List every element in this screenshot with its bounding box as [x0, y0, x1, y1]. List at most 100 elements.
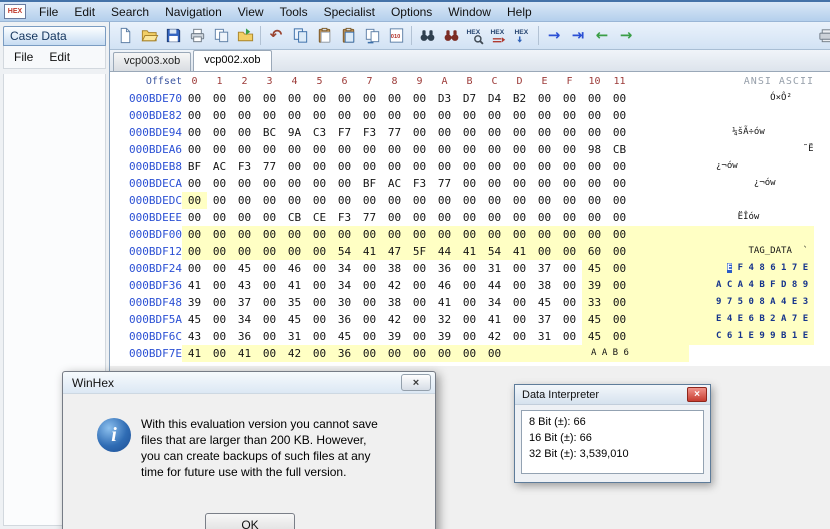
ascii-text[interactable]: ¿¬ów [716, 158, 814, 175]
hex-byte[interactable]: 00 [457, 141, 482, 158]
hex-byte[interactable]: 00 [407, 311, 432, 328]
hex-byte[interactable]: 00 [607, 260, 632, 277]
ascii-text[interactable]: TAG_DATA ` [716, 243, 814, 260]
hex-byte[interactable]: 00 [557, 192, 582, 209]
hex-byte[interactable]: 41 [182, 277, 207, 294]
hex-byte[interactable]: 00 [382, 90, 407, 107]
hex-byte[interactable]: 5F [407, 243, 432, 260]
hex-byte[interactable]: 42 [282, 345, 307, 362]
hex-byte[interactable]: 00 [307, 294, 332, 311]
hex-byte[interactable]: 00 [532, 107, 557, 124]
hex-byte[interactable]: 45 [582, 328, 607, 345]
hex-byte[interactable]: 00 [482, 124, 507, 141]
hex-byte[interactable]: 00 [332, 90, 357, 107]
hex-byte[interactable]: C3 [307, 124, 332, 141]
hex-byte[interactable]: 00 [457, 124, 482, 141]
find-hex-next-icon[interactable]: HEX [511, 24, 535, 48]
hex-byte[interactable]: 00 [307, 175, 332, 192]
menu-view[interactable]: View [230, 2, 272, 22]
hex-byte[interactable]: 00 [307, 345, 332, 362]
hex-byte[interactable]: 00 [457, 158, 482, 175]
hex-byte[interactable]: 00 [332, 226, 357, 243]
case-data-title[interactable]: Case Data [3, 26, 106, 46]
hex-byte[interactable]: 00 [482, 345, 507, 362]
menu-tools[interactable]: Tools [272, 2, 316, 22]
hex-byte[interactable]: 00 [432, 226, 457, 243]
hex-byte[interactable]: AC [382, 175, 407, 192]
hex-byte[interactable]: 00 [182, 107, 207, 124]
hex-byte[interactable]: 00 [357, 141, 382, 158]
ascii-text[interactable]: E F 4 8 6 1 7 E [716, 260, 814, 277]
hex-byte[interactable]: 00 [557, 107, 582, 124]
hex-byte[interactable]: 46 [282, 260, 307, 277]
hex-byte[interactable]: 00 [257, 141, 282, 158]
hex-byte[interactable]: 00 [232, 107, 257, 124]
new-file-icon[interactable] [113, 24, 137, 48]
hex-byte[interactable]: 37 [532, 311, 557, 328]
hex-byte[interactable]: 00 [182, 124, 207, 141]
hex-byte[interactable]: 00 [407, 345, 432, 362]
hex-byte[interactable]: 00 [457, 209, 482, 226]
ascii-text[interactable]: ˜Ë [716, 141, 814, 158]
hex-byte[interactable]: 00 [407, 294, 432, 311]
hex-byte[interactable]: 00 [532, 90, 557, 107]
hex-byte[interactable]: 00 [482, 209, 507, 226]
hex-byte[interactable]: 00 [557, 226, 582, 243]
hex-byte[interactable]: 00 [607, 192, 632, 209]
hex-byte[interactable]: 00 [357, 107, 382, 124]
copier-icon[interactable] [814, 24, 830, 48]
hex-byte[interactable]: 00 [282, 90, 307, 107]
hex-byte[interactable]: 00 [207, 345, 232, 362]
hex-byte[interactable]: 00 [257, 243, 282, 260]
hex-byte[interactable]: 00 [607, 226, 632, 243]
menu-options[interactable]: Options [383, 2, 440, 22]
hex-byte[interactable]: F3 [232, 158, 257, 175]
hex-byte[interactable]: 00 [457, 345, 482, 362]
hex-byte[interactable]: 00 [532, 243, 557, 260]
export-folder-icon[interactable] [233, 24, 257, 48]
menu-window[interactable]: Window [440, 2, 499, 22]
hex-byte[interactable]: 00 [357, 277, 382, 294]
hex-byte[interactable]: 00 [257, 311, 282, 328]
hex-byte[interactable]: 00 [182, 192, 207, 209]
hex-byte[interactable]: 00 [257, 277, 282, 294]
hex-byte[interactable]: 00 [357, 328, 382, 345]
hex-byte[interactable]: 00 [182, 209, 207, 226]
hex-byte[interactable]: 31 [482, 260, 507, 277]
hex-byte[interactable]: 00 [557, 328, 582, 345]
hex-byte[interactable]: 00 [232, 90, 257, 107]
hex-byte[interactable]: 00 [507, 124, 532, 141]
hex-byte[interactable]: 39 [182, 294, 207, 311]
hex-byte[interactable]: CB [282, 209, 307, 226]
hex-byte[interactable]: 00 [507, 311, 532, 328]
hex-byte[interactable]: 60 [582, 243, 607, 260]
hex-byte[interactable]: 00 [232, 141, 257, 158]
hex-byte[interactable]: 00 [532, 192, 557, 209]
ascii-text[interactable]: A C A 4 B F D 8 9 [716, 277, 814, 294]
hex-byte[interactable]: 46 [432, 277, 457, 294]
hex-byte[interactable]: 00 [432, 124, 457, 141]
hex-byte[interactable]: 43 [232, 277, 257, 294]
dialog-close-icon[interactable] [401, 374, 431, 391]
hex-byte[interactable]: 00 [357, 260, 382, 277]
hex-byte[interactable]: 42 [482, 328, 507, 345]
hex-byte[interactable]: 32 [432, 311, 457, 328]
hex-byte[interactable]: 00 [407, 192, 432, 209]
hex-byte[interactable]: 00 [332, 141, 357, 158]
hex-byte[interactable]: 00 [332, 192, 357, 209]
hex-byte[interactable]: 00 [582, 158, 607, 175]
hex-byte[interactable]: 00 [457, 226, 482, 243]
hex-byte[interactable]: 00 [207, 209, 232, 226]
hex-byte[interactable]: 00 [482, 158, 507, 175]
hex-byte[interactable]: D7 [457, 90, 482, 107]
hex-byte[interactable]: CE [307, 209, 332, 226]
hex-byte[interactable]: 41 [432, 294, 457, 311]
hex-byte[interactable]: 00 [557, 158, 582, 175]
hex-byte[interactable]: 00 [232, 243, 257, 260]
hex-byte[interactable]: 00 [282, 243, 307, 260]
hex-byte[interactable]: 00 [207, 124, 232, 141]
hex-byte[interactable]: 00 [307, 141, 332, 158]
ascii-text[interactable]: ¼šÃ÷ów [716, 124, 814, 141]
hex-byte[interactable]: 00 [457, 192, 482, 209]
hex-byte[interactable]: 9A [282, 124, 307, 141]
